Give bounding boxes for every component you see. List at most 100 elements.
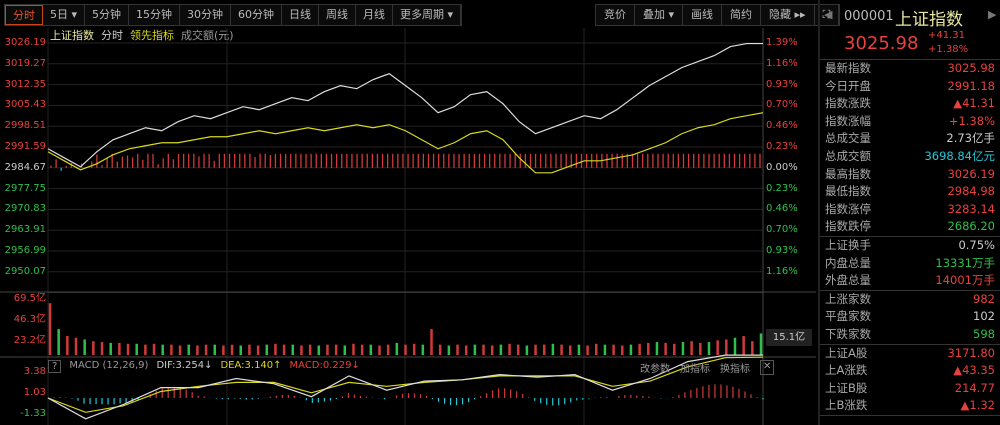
price-tick: 2984.67 bbox=[4, 161, 46, 173]
quote-row: 上B涨跌 ▲1.32 bbox=[820, 397, 1000, 415]
quote-value: 0.75% bbox=[958, 237, 995, 252]
pct-tick: 0.46% bbox=[766, 203, 798, 215]
pct-tick: 0.23% bbox=[766, 141, 798, 152]
pct-tick: 0.93% bbox=[766, 78, 798, 90]
macd-dif: DIF:3.254↓ bbox=[156, 360, 213, 371]
quote-row: 最新指数 3025.98 bbox=[820, 60, 1000, 78]
quote-panel: ◀ 000001 上证指数 ▶ 3025.98 +41.31 +1.38% 最新… bbox=[818, 0, 1000, 425]
quote-label: 外盘总量 bbox=[825, 273, 871, 288]
quote-value: 2984.98 bbox=[947, 184, 995, 199]
quote-label: 上A涨跌 bbox=[825, 363, 868, 378]
macd-value: MACD:0.229↓ bbox=[289, 360, 360, 371]
quote-section: 最新指数 3025.98 今日开盘 2991.18 指数涨跌 ▲41.31 指数涨幅 +1.3… bbox=[820, 60, 1000, 237]
change-value: +41.31 bbox=[928, 30, 966, 41]
price-tick: 2950.07 bbox=[4, 265, 46, 277]
quote-row: 指数涨跌 ▲41.31 bbox=[820, 95, 1000, 113]
quote-value: 14001万手 bbox=[935, 273, 995, 288]
quote-row: 外盘总量 14001万手 bbox=[820, 272, 1000, 290]
quote-value: 13331万手 bbox=[935, 255, 995, 270]
quote-label: 上证A股 bbox=[825, 345, 868, 360]
macd-help-button[interactable]: ? bbox=[48, 360, 62, 373]
pct-tick: 1.39% bbox=[766, 37, 798, 48]
macd-header: ? MACD (12,26,9) DIF:3.254↓ DEA:3.140↑ M… bbox=[48, 360, 360, 373]
add-indicator-button[interactable]: 加指标 bbox=[680, 360, 710, 375]
change-params-button[interactable]: 改参数 bbox=[640, 360, 670, 375]
quote-row: 上涨家数 982 bbox=[820, 291, 1000, 309]
quote-label: 指数跌停 bbox=[825, 219, 871, 234]
quote-value: 2991.18 bbox=[947, 78, 995, 93]
macd-tick: 1.03 bbox=[23, 387, 46, 398]
next-icon[interactable]: ▶ bbox=[988, 8, 996, 21]
quote-label: 上证B股 bbox=[825, 380, 868, 395]
quote-label: 今日开盘 bbox=[825, 78, 871, 93]
quote-value: 214.77 bbox=[954, 380, 995, 395]
volume-tick: 46.3亿 bbox=[13, 314, 46, 325]
pct-tick: 1.16% bbox=[766, 265, 798, 277]
quote-row: 上证B股 214.77 bbox=[820, 380, 1000, 398]
price-tick: 2977.75 bbox=[4, 182, 46, 194]
quote-row: 指数跌停 2686.20 bbox=[820, 218, 1000, 236]
quote-value: ▲41.31 bbox=[953, 96, 995, 111]
switch-indicator-button[interactable]: 换指标 bbox=[720, 360, 750, 375]
close-icon[interactable]: ✕ bbox=[760, 360, 775, 375]
quote-row: 下跌家数 598 bbox=[820, 326, 1000, 344]
quote-label: 总成交量 bbox=[825, 131, 871, 146]
quote-value: ▲43.35 bbox=[953, 363, 995, 378]
quote-row: 平盘家数 102 bbox=[820, 308, 1000, 326]
quote-label: 最低指数 bbox=[825, 184, 871, 199]
quote-value: 982 bbox=[973, 291, 995, 306]
quote-value: 3026.19 bbox=[947, 166, 995, 181]
quote-label: 下跌家数 bbox=[825, 326, 871, 341]
price-tick: 2963.91 bbox=[4, 224, 46, 236]
pct-tick: 0.23% bbox=[766, 182, 798, 194]
quote-row: 上证A股 3171.80 bbox=[820, 345, 1000, 363]
macd-dea: DEA:3.140↑ bbox=[220, 360, 282, 371]
pct-tick: 1.16% bbox=[766, 57, 798, 69]
quote-row: 上A涨跌 ▲43.35 bbox=[820, 362, 1000, 380]
quote-label: 上证换手 bbox=[825, 237, 871, 252]
volume-badge: 15.1亿 bbox=[766, 329, 812, 346]
volume-tick: 23.2亿 bbox=[13, 335, 46, 346]
quote-value: 3171.80 bbox=[947, 345, 995, 360]
change-pct: +1.38% bbox=[928, 44, 969, 55]
macd-tick: 3.38 bbox=[23, 366, 46, 377]
price-tick: 2956.99 bbox=[4, 245, 46, 256]
quote-value: 598 bbox=[973, 326, 995, 341]
quote-value: 2.73亿手 bbox=[946, 131, 995, 146]
pct-tick: 0.00% bbox=[766, 161, 798, 173]
quote-section: 上涨家数 982 平盘家数 102 下跌家数 598 bbox=[820, 291, 1000, 345]
quote-row: 总成交量 2.73亿手 bbox=[820, 130, 1000, 148]
price-tick: 3005.43 bbox=[4, 99, 46, 111]
macd-actions: 改参数 加指标 换指标 ✕ bbox=[640, 360, 775, 375]
quote-row: 最高指数 3026.19 bbox=[820, 166, 1000, 184]
quote-label: 指数涨幅 bbox=[825, 113, 871, 128]
quote-label: 最高指数 bbox=[825, 166, 871, 181]
quote-value: +1.38% bbox=[948, 113, 995, 128]
stock-code: 000001 bbox=[844, 9, 894, 24]
prev-icon[interactable]: ◀ bbox=[824, 8, 832, 21]
quote-row: 最低指数 2984.98 bbox=[820, 183, 1000, 201]
quote-value: 3698.84亿元 bbox=[924, 148, 995, 163]
quote-row: 总成交额 3698.84亿元 bbox=[820, 148, 1000, 166]
quote-value: 102 bbox=[973, 309, 995, 324]
pct-tick: 0.93% bbox=[766, 245, 798, 256]
quote-label: 总成交额 bbox=[825, 148, 871, 163]
price-tick: 3026.19 bbox=[4, 37, 46, 48]
current-price: 3025.98 bbox=[844, 33, 919, 54]
pct-tick: 0.70% bbox=[766, 224, 798, 236]
pct-tick: 0.46% bbox=[766, 120, 798, 132]
quote-row: 指数涨停 3283.14 bbox=[820, 201, 1000, 219]
quote-label: 最新指数 bbox=[825, 61, 871, 75]
price-tick: 2991.59 bbox=[4, 141, 46, 152]
price-tick: 3012.35 bbox=[4, 78, 46, 90]
quote-row: 内盘总量 13331万手 bbox=[820, 255, 1000, 273]
quote-section: 上证A股 3171.80 上A涨跌 ▲43.35 上证B股 214.77 上B涨跌 ▲1.32 bbox=[820, 345, 1000, 416]
macd-name: MACD (12,26,9) bbox=[69, 360, 149, 371]
volume-tick: 69.5亿 bbox=[13, 293, 46, 304]
price-tick: 2970.83 bbox=[4, 203, 46, 215]
quote-label: 平盘家数 bbox=[825, 309, 871, 324]
quote-label: 上B涨跌 bbox=[825, 398, 868, 413]
stock-name: 上证指数 bbox=[895, 10, 963, 30]
quote-label: 指数涨跌 bbox=[825, 96, 871, 111]
quote-value: 2686.20 bbox=[947, 219, 995, 234]
